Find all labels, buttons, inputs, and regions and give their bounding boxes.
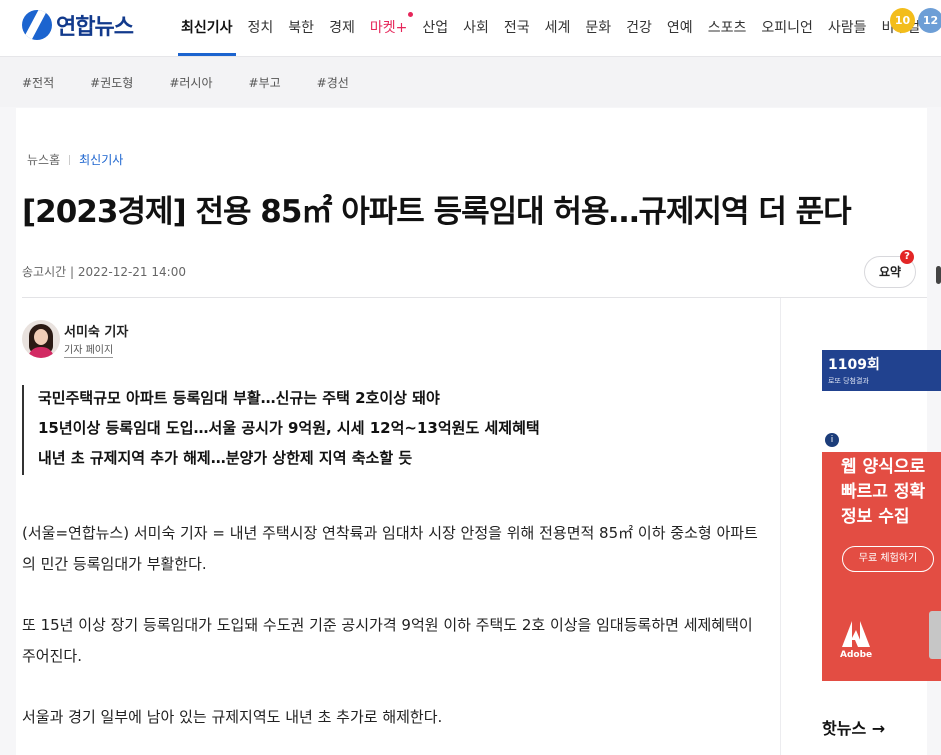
nav-people[interactable]: 사람들 bbox=[828, 0, 867, 56]
site-logo[interactable]: 연합뉴스 bbox=[22, 7, 162, 43]
ad-brand: Adobe bbox=[840, 650, 873, 660]
nav-economy[interactable]: 경제 bbox=[329, 0, 355, 56]
article-paragraph: 서울과 경기 일부에 남아 있는 규제지역도 내년 초 추가로 해제한다. bbox=[22, 708, 443, 726]
breadcrumb-current[interactable]: 최신기사 bbox=[79, 151, 123, 168]
lotto-subtitle: 로또 당첨결과 bbox=[828, 377, 869, 385]
adobe-logo-icon bbox=[842, 621, 870, 647]
lotto-banner[interactable]: 1109회 로또 당첨결과 bbox=[822, 350, 941, 391]
tag-link[interactable]: #권도형 bbox=[90, 74, 133, 91]
article-paragraph: 또 15년 이상 장기 등록임대가 도입돼 수도권 기준 공시가격 9억원 이하… bbox=[22, 616, 753, 665]
article-title: [2023경제] 전용 85㎡ 아파트 등록임대 허용…규제지역 더 푼다 bbox=[22, 194, 852, 230]
breadcrumb: 뉴스홈 최신기사 bbox=[27, 151, 123, 168]
ad-info-icon[interactable]: i bbox=[825, 433, 839, 447]
nav-market-label: 마켓+ bbox=[369, 20, 408, 36]
cut-off-icon bbox=[936, 266, 941, 284]
nav-opinion[interactable]: 오피니언 bbox=[761, 0, 813, 56]
header-divider bbox=[22, 297, 927, 298]
breadcrumb-separator bbox=[69, 154, 71, 165]
scroll-edge bbox=[929, 611, 941, 659]
tag-bar: #전적 #권도형 #러시아 #부고 #경선 bbox=[0, 57, 941, 107]
nav-north-korea[interactable]: 북한 bbox=[288, 0, 314, 56]
avatar-face bbox=[34, 329, 48, 345]
nav-politics[interactable]: 정치 bbox=[248, 0, 274, 56]
tag-link[interactable]: #경선 bbox=[317, 74, 349, 91]
adobe-ad[interactable]: 웹 양식으로 빠르고 정확 정보 수집 무료 체험하기 Adobe bbox=[822, 452, 941, 681]
lead-line: 국민주택규모 아파트 등록임대 부활…신규는 주택 2호이상 돼야 bbox=[38, 389, 440, 407]
author-name[interactable]: 서미숙 기자 bbox=[64, 321, 128, 340]
nav-world[interactable]: 세계 bbox=[545, 0, 571, 56]
ad-trial-button[interactable]: 무료 체험하기 bbox=[842, 546, 934, 572]
tag-link[interactable]: #러시아 bbox=[169, 74, 212, 91]
tag-link[interactable]: #전적 bbox=[22, 74, 54, 91]
hot-news-heading[interactable]: 핫뉴스 → bbox=[822, 715, 885, 739]
lotto-round: 1109회 bbox=[828, 357, 880, 373]
nav-culture[interactable]: 문화 bbox=[585, 0, 611, 56]
tag-link[interactable]: #부고 bbox=[249, 74, 281, 91]
nav-entertainment[interactable]: 연예 bbox=[667, 0, 693, 56]
breadcrumb-home[interactable]: 뉴스홈 bbox=[27, 151, 60, 168]
lead-line: 내년 초 규제지역 추가 해제…분양가 상한제 지역 축소할 듯 bbox=[38, 449, 413, 467]
logo-text: 연합뉴스 bbox=[56, 15, 134, 40]
nav-health[interactable]: 건강 bbox=[626, 0, 652, 56]
lotto-ball: 10 bbox=[890, 8, 915, 33]
nav-industry[interactable]: 산업 bbox=[422, 0, 448, 56]
author-page-link[interactable]: 기자 페이지 bbox=[64, 345, 114, 358]
column-divider bbox=[780, 298, 781, 755]
nav-latest[interactable]: 최신기사 bbox=[178, 0, 236, 56]
ad-line: 웹 양식으로 bbox=[841, 457, 926, 477]
lotto-ball: 12 bbox=[918, 8, 941, 33]
main-nav: 최신기사 정치 북한 경제 마켓+ 산업 사회 전국 세계 문화 건강 연예 스… bbox=[178, 0, 935, 56]
nav-sports[interactable]: 스포츠 bbox=[708, 0, 747, 56]
site-header: 연합뉴스 최신기사 정치 북한 경제 마켓+ 산업 사회 전국 세계 문화 건강… bbox=[0, 0, 941, 57]
publish-time: 송고시간 | 2022-12-21 14:00 bbox=[22, 265, 186, 279]
ad-headline: 웹 양식으로 빠르고 정확 정보 수집 bbox=[841, 452, 925, 530]
help-badge-icon: ? bbox=[900, 250, 914, 264]
nav-nation[interactable]: 전국 bbox=[504, 0, 530, 56]
nav-society[interactable]: 사회 bbox=[463, 0, 489, 56]
article-lead: 국민주택규모 아파트 등록임대 부활…신규는 주택 2호이상 돼야 15년이상 … bbox=[22, 385, 540, 475]
article-paragraph: (서울=연합뉴스) 서미숙 기자 = 내년 주택시장 연착륙과 임대차 시장 안… bbox=[22, 524, 758, 573]
nav-market[interactable]: 마켓+ bbox=[369, 0, 414, 56]
new-dot-icon bbox=[408, 12, 414, 17]
author-avatar[interactable] bbox=[22, 320, 60, 358]
logo-icon bbox=[22, 10, 52, 40]
ad-line: 빠르고 정확 bbox=[841, 482, 926, 502]
lead-line: 15년이상 등록임대 도입…서울 공시가 9억원, 시세 12억~13억원도 세… bbox=[38, 419, 540, 437]
ad-line: 정보 수집 bbox=[841, 507, 910, 527]
